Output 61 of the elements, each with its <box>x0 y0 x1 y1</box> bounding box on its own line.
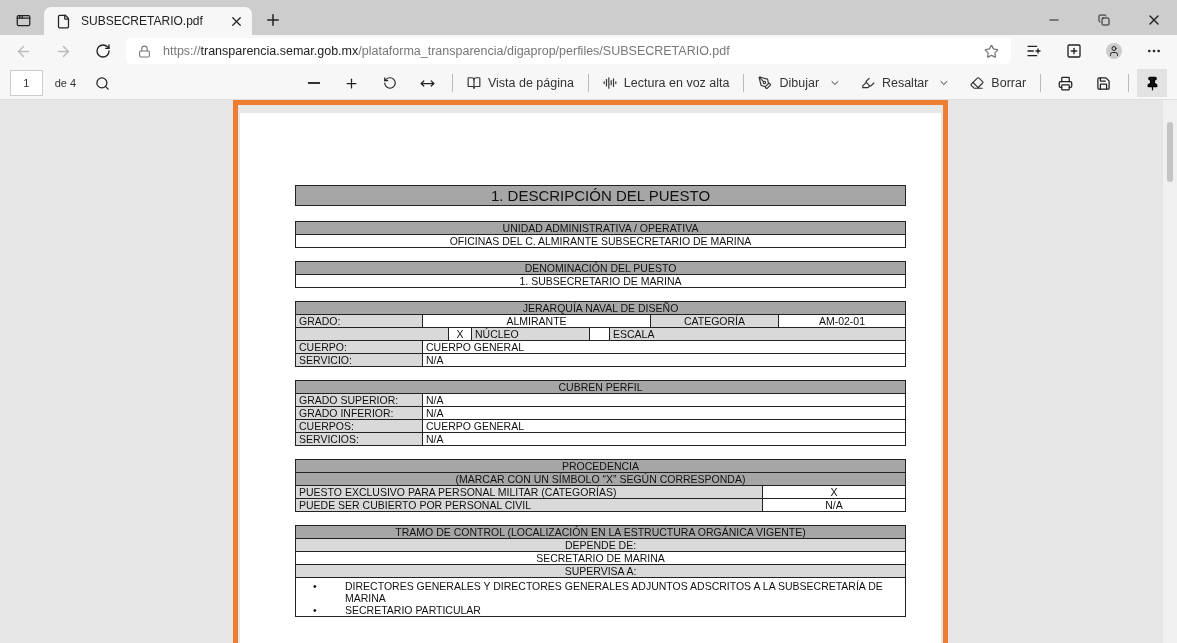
document-title: 1. DESCRIPCIÓN DEL PUESTO <box>295 185 906 206</box>
tab-title: SUBSECRETARIO.pdf <box>81 14 204 28</box>
page-number-field[interactable]: 1 <box>10 70 43 96</box>
save-icon <box>1095 75 1111 91</box>
address-field[interactable]: https://transparencia.semar.gob.mx/plataforma_transparencia/digaprop/perfiles/SUBSECRETARIO.pdf <box>126 38 1011 64</box>
toolbar-button[interactable]: Resaltar <box>854 69 935 97</box>
toolbar-button[interactable]: Dibujar <box>752 69 826 97</box>
table-cell: ESCALA <box>609 328 905 340</box>
favorites-icon <box>1026 43 1042 59</box>
table-cell: SERVICIO: <box>296 354 422 366</box>
table-cell: CUERPO: <box>296 341 422 353</box>
toolbar-button[interactable]: Borrar <box>964 69 1033 97</box>
favorite-star-icon[interactable] <box>984 43 999 59</box>
table-cell: PUESTO EXCLUSIVO PARA PERSONAL MILITAR (CATEGORÍAS) <box>296 486 762 498</box>
scrollbar-thumb <box>1167 122 1173 182</box>
table-cell: PUEDE SER CUBIERTO POR PERSONAL CIVIL <box>296 499 762 511</box>
table-header: PROCEDENCIA <box>296 460 905 472</box>
minus-icon <box>308 82 321 84</box>
table-header: CUBREN PERFIL <box>296 381 905 393</box>
table-cell: CUERPOS: <box>296 420 422 432</box>
table-header: (MARCAR CON UN SÍMBOLO “X” SEGÚN CORRESPONDA) <box>296 473 905 485</box>
search-icon <box>95 75 111 91</box>
highlighter-icon <box>860 76 875 90</box>
avatar-icon <box>1106 43 1122 59</box>
lock-icon <box>138 44 151 58</box>
table-cell: GRADO: <box>296 315 422 327</box>
pin-button[interactable] <box>1137 69 1167 97</box>
table-cell: GRADO INFERIOR: <box>296 407 422 419</box>
rotate-icon <box>382 76 397 90</box>
reload-icon <box>95 43 111 59</box>
plus-icon <box>344 75 360 91</box>
bullet-mark: • <box>313 604 318 616</box>
browser-tab[interactable]: SUBSECRETARIO.pdf <box>44 7 252 35</box>
table-header: DEPENDE DE: <box>296 539 905 551</box>
table-header: SUPERVISA A: <box>296 565 905 577</box>
window-icon <box>15 12 31 28</box>
table-cell: CATEGORÍA <box>650 315 778 327</box>
list-item: SECRETARIO PARTICULAR <box>345 604 482 616</box>
url-text: https://transparencia.semar.gob.mx/plataforma_transparencia/digaprop/perfiles/SUBSECRETARIO.pdf <box>163 44 731 58</box>
eraser-icon <box>970 76 985 90</box>
plus-icon <box>264 11 282 29</box>
page-count: de 4 <box>54 77 77 89</box>
table-header: JERARQUÍA NAVAL DE DISEÑO <box>296 302 905 314</box>
bullet-mark: • <box>313 580 318 594</box>
file-icon <box>56 13 71 29</box>
print-icon <box>1058 75 1074 91</box>
collections-icon <box>1066 43 1082 59</box>
list-item: DIRECTORES GENERALES Y DIRECTORES GENERALES ADJUNTOS ADSCRITOS A LA SUBSECRETARÍA DE MARINA <box>345 580 884 604</box>
toolbar-button[interactable]: Lectura en voz alta <box>596 69 736 97</box>
book-icon <box>466 76 481 90</box>
table-header: DENOMINACIÓN DEL PUESTO <box>296 262 905 274</box>
table-cell: SERVICIOS: <box>296 433 422 445</box>
table-cell: GRADO SUPERIOR: <box>296 394 422 406</box>
pen-icon <box>758 76 773 90</box>
read-aloud-icon <box>602 76 617 90</box>
table-cell: NÚCLEO <box>471 328 589 340</box>
restore-icon <box>1098 14 1110 26</box>
toolbar-button[interactable]: Vista de página <box>460 69 580 97</box>
pin-icon <box>1144 75 1160 91</box>
table-header: UNIDAD ADMINISTRATIVA / OPERATIVA <box>296 222 905 234</box>
table-header: TRAMO DE CONTROL (LOCALIZACIÓN EN LA ESTRUCTURA ORGÁNICA VIGENTE) <box>296 526 905 538</box>
